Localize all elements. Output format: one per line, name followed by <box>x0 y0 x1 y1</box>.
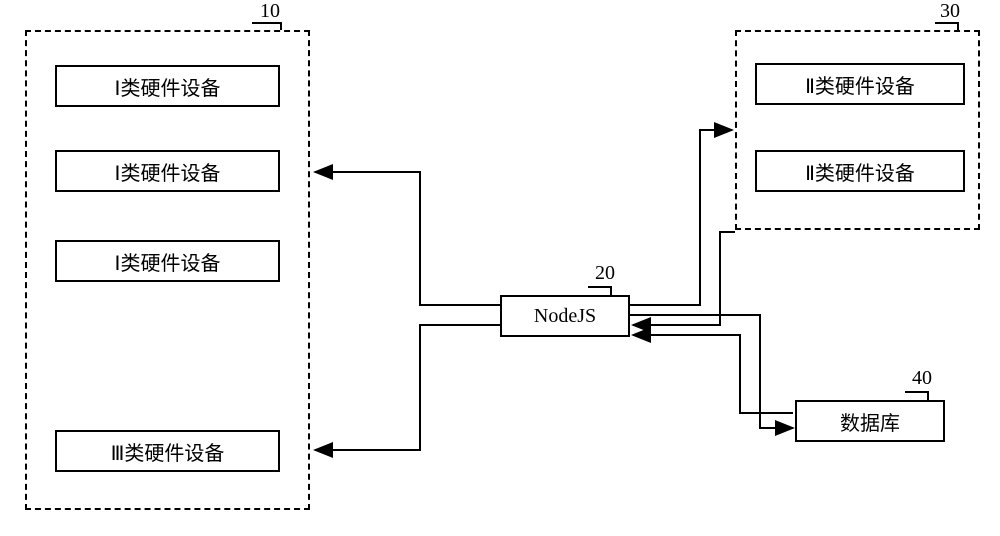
hw-type1-box-1: Ⅰ类硬件设备 <box>55 65 280 107</box>
nodejs-box: NodeJS <box>500 295 630 337</box>
group-30-container <box>735 30 980 230</box>
hw-type2-label-1: Ⅱ类硬件设备 <box>805 70 915 99</box>
group-30-label: 30 <box>940 0 960 23</box>
database-label: 数据库 <box>840 407 900 436</box>
node-20-label: 20 <box>595 262 615 285</box>
hw-type1-box-2: Ⅰ类硬件设备 <box>55 150 280 192</box>
node-40-bracket <box>905 391 929 400</box>
group-10-bracket <box>252 22 282 30</box>
hw-type2-box-1: Ⅱ类硬件设备 <box>755 63 965 105</box>
hw-type1-label-1: Ⅰ类硬件设备 <box>115 72 221 101</box>
nodejs-label: NodeJS <box>534 305 596 328</box>
group-30-bracket <box>935 22 959 30</box>
hw-type3-box: Ⅲ类硬件设备 <box>55 430 280 472</box>
node-20-bracket <box>588 286 612 295</box>
hw-type1-label-2: Ⅰ类硬件设备 <box>115 157 221 186</box>
hw-type3-label: Ⅲ类硬件设备 <box>111 437 225 466</box>
group-10-label: 10 <box>260 0 280 23</box>
hw-type1-box-3: Ⅰ类硬件设备 <box>55 240 280 282</box>
database-box: 数据库 <box>795 400 945 442</box>
hw-type1-label-3: Ⅰ类硬件设备 <box>115 247 221 276</box>
node-40-label: 40 <box>912 367 932 390</box>
hw-type2-label-2: Ⅱ类硬件设备 <box>805 157 915 186</box>
hw-type2-box-2: Ⅱ类硬件设备 <box>755 150 965 192</box>
